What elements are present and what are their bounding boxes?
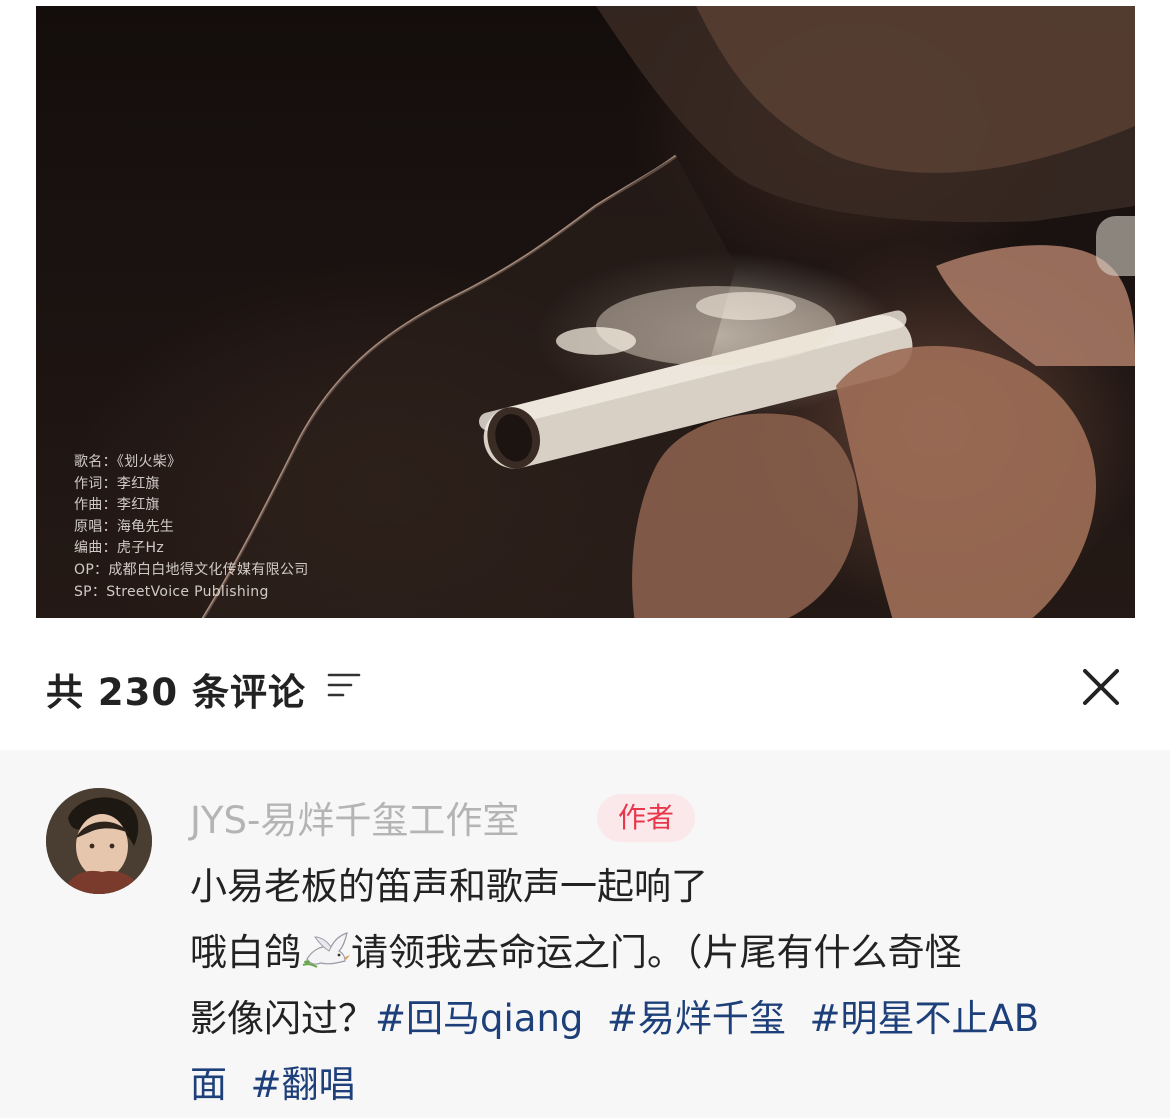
credit-line: 作词：李红旗 — [74, 475, 160, 492]
credit-line: SP：StreetVoice Publishing — [74, 583, 269, 600]
comment-line-2: 哦白鸽 请领我去命运之门。（片尾有什么奇怪 — [190, 920, 1130, 986]
author-badge: 作者 — [597, 794, 695, 842]
dove-emoji-icon — [302, 932, 350, 968]
credit-line: 作曲：李红旗 — [74, 497, 160, 514]
author-name[interactable]: JYS-易烊千玺工作室 — [190, 790, 519, 844]
hashtag-link[interactable]: 面 — [190, 1063, 227, 1106]
video-credits: 歌名：《划火柴》 作词：李红旗 作曲：李红旗 原唱：海龟先生 编曲：虎子Hz O… — [74, 452, 309, 603]
comment-text-segment: 哦白鸽 — [190, 931, 301, 974]
sort-lines-icon[interactable] — [326, 670, 362, 700]
avatar[interactable] — [46, 788, 152, 894]
comment-line-1: 小易老板的笛声和歌声一起响了 — [190, 865, 708, 908]
comment-text-segment: 请领我去命运之门。（片尾有什么奇怪 — [351, 931, 962, 974]
comments-sheet: 共 230 条评论 JYS-易烊千玺工作室 作者 小易老板的笛声和歌声一起响了 … — [0, 618, 1170, 1118]
screen: 歌名：《划火柴》 作词：李红旗 作曲：李红旗 原唱：海龟先生 编曲：虎子Hz O… — [0, 0, 1170, 1118]
credit-line: 原唱：海龟先生 — [74, 518, 175, 535]
hashtag-link[interactable]: #翻唱 — [251, 1063, 356, 1106]
comment-body[interactable]: 小易老板的笛声和歌声一起响了 哦白鸽 请领我去命运之门。（片尾有什么奇怪 影像闪… — [190, 854, 1130, 1118]
credit-line: 编曲：虎子Hz — [74, 540, 164, 557]
comment-line-3: 影像闪过？#回马qiang #易烊千玺 #明星不止AB — [190, 986, 1130, 1052]
credit-line: 歌名：《划火柴》 — [74, 454, 182, 470]
hashtag-link[interactable]: #易烊千玺 — [607, 997, 786, 1040]
comment-item[interactable]: JYS-易烊千玺工作室 作者 小易老板的笛声和歌声一起响了 哦白鸽 请领我去命运… — [0, 750, 1170, 1118]
comment-text-segment: 影像闪过？ — [190, 997, 375, 1040]
comment-line-4: 面 #翻唱 — [190, 1052, 1130, 1118]
close-icon[interactable] — [1078, 664, 1124, 710]
comments-header: 共 230 条评论 — [0, 618, 1170, 750]
hashtag-link[interactable]: #回马qiang — [375, 997, 583, 1040]
hashtag-link[interactable]: #明星不止AB — [809, 997, 1039, 1040]
avatar-portrait — [46, 788, 152, 894]
video-player[interactable]: 歌名：《划火柴》 作词：李红旗 作曲：李红旗 原唱：海龟先生 编曲：虎子Hz O… — [0, 0, 1170, 630]
credit-line: OP：成都白白地得文化传媒有限公司 — [74, 561, 309, 578]
video-frame[interactable]: 歌名：《划火柴》 作词：李红旗 作曲：李红旗 原唱：海龟先生 编曲：虎子Hz O… — [36, 6, 1135, 630]
comment-count-title: 共 230 条评论 — [46, 671, 306, 714]
